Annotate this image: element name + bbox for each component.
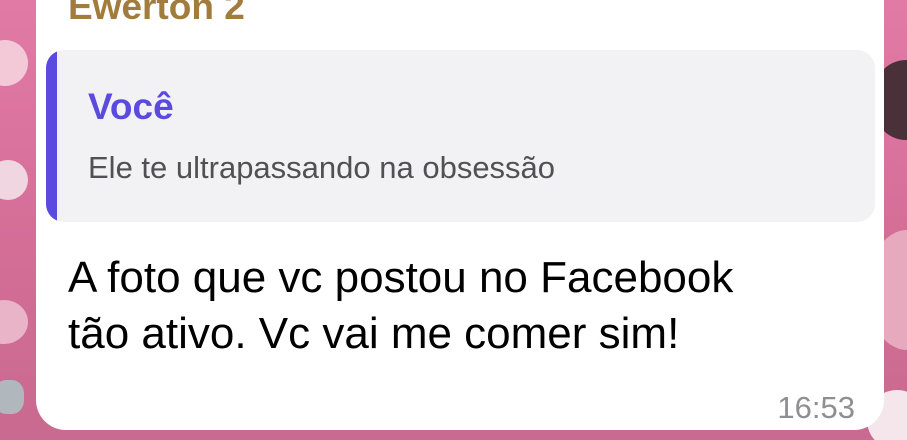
message-line: A foto que vc postou no Facebook [68, 253, 734, 302]
wallpaper-decoration [0, 300, 28, 344]
reply-accent-bar [46, 50, 57, 222]
reply-author: Você [88, 86, 174, 127]
wallpaper-decoration [0, 160, 28, 200]
wallpaper-decoration [0, 40, 28, 86]
message-timestamp: 16:53 [777, 390, 855, 425]
message-text: A foto que vc postou no Facebook tão ati… [68, 250, 868, 362]
sender-name[interactable]: Ewerton 2 [68, 0, 245, 28]
message-line: tão ativo. Vc vai me comer sim! [68, 309, 680, 358]
reply-text: Ele te ultrapassando na obsessão [88, 150, 556, 185]
quoted-reply[interactable]: Você Ele te ultrapassando na obsessão [46, 50, 875, 222]
avatar[interactable] [0, 380, 24, 414]
